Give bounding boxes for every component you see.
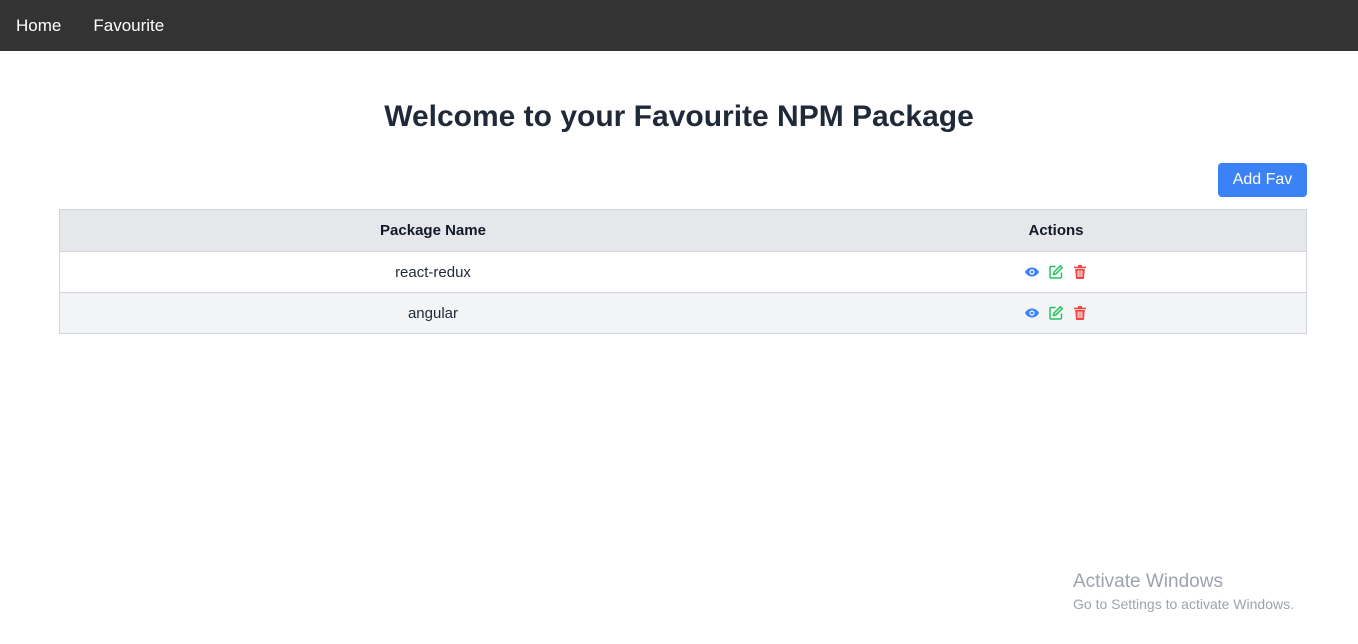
actions-cell [806, 264, 1306, 280]
page-title: Welcome to your Favourite NPM Package [384, 100, 974, 133]
watermark-subtitle: Go to Settings to activate Windows. [1073, 596, 1294, 612]
table-row: angular [60, 292, 1306, 333]
trash-icon[interactable] [1072, 305, 1088, 321]
add-fav-button[interactable]: Add Fav [1218, 163, 1307, 197]
nav-favourite-link[interactable]: Favourite [93, 16, 164, 36]
package-name-cell: angular [407, 304, 459, 322]
table-row: react-redux [60, 251, 1306, 292]
package-name-cell: react-redux [395, 263, 471, 281]
watermark-title: Activate Windows [1073, 571, 1223, 592]
actions-cell [806, 305, 1306, 321]
eye-icon[interactable] [1024, 264, 1040, 280]
header-actions: Actions [1028, 222, 1084, 239]
navbar: Home Favourite [0, 0, 1358, 51]
edit-icon[interactable] [1048, 305, 1064, 321]
trash-icon[interactable] [1072, 264, 1088, 280]
windows-activation-watermark: Activate Windows Go to Settings to activ… [1073, 571, 1294, 612]
edit-icon[interactable] [1048, 264, 1064, 280]
header-package-name: Package Name [380, 222, 486, 239]
table-header: Package Name Actions [60, 210, 1306, 251]
packages-table: Package Name Actions react-redux angular [59, 209, 1307, 334]
eye-icon[interactable] [1024, 305, 1040, 321]
nav-home-link[interactable]: Home [16, 16, 61, 36]
